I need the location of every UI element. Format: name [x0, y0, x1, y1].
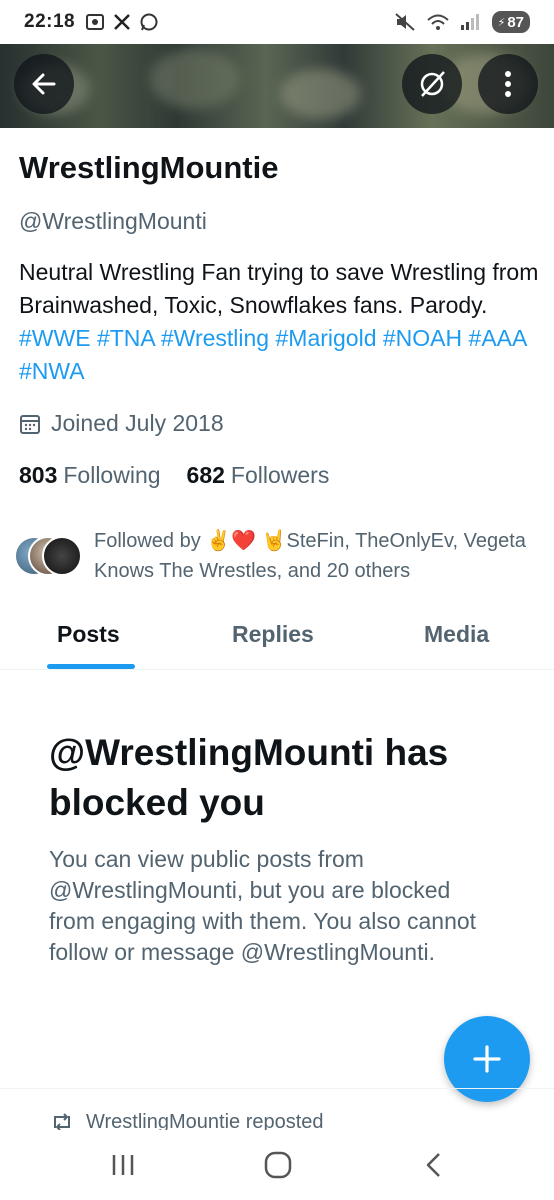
hashtag-link[interactable]: #TNA [97, 325, 155, 351]
battery-icon: ⚡ [497, 16, 506, 29]
joined-date: Joined July 2018 [19, 410, 224, 437]
bio-text: Neutral Wrestling Fan trying to save Wre… [19, 259, 539, 318]
mute-icon [394, 13, 415, 31]
grok-icon [420, 71, 445, 97]
tab-media[interactable]: Media [424, 621, 489, 648]
more-options-button[interactable] [478, 54, 538, 114]
hashtag-link[interactable]: #WWE [19, 325, 91, 351]
grok-button[interactable] [402, 54, 462, 114]
active-tab-indicator [47, 664, 135, 669]
profile-bio: Neutral Wrestling Fan trying to save Wre… [19, 256, 539, 388]
following-label: Following [63, 462, 161, 488]
battery-level: 87 [507, 13, 524, 31]
profile-handle: @WrestlingMounti [19, 208, 207, 234]
recent-apps-icon [112, 1155, 134, 1175]
wifi-icon [426, 14, 449, 30]
hashtag-link[interactable]: #NOAH [383, 325, 462, 351]
hashtag-link[interactable]: #Wrestling [161, 325, 269, 351]
signal-icon [460, 14, 479, 30]
profile-tabs: Posts Replies Media [0, 605, 554, 670]
x-app-icon [114, 14, 130, 30]
tab-replies[interactable]: Replies [232, 621, 314, 648]
joined-text: Joined July 2018 [51, 410, 224, 436]
plus-icon [473, 1045, 501, 1073]
back-nav-button[interactable] [413, 1148, 453, 1182]
status-notification-icons [85, 12, 159, 32]
battery-indicator: ⚡ 87 [491, 11, 530, 33]
profile-display-name: WrestlingMountie [19, 150, 279, 185]
banner-texture [150, 49, 240, 109]
following-link[interactable]: 803 Following [19, 462, 161, 489]
follow-counts: 803 Following 682 Followers [19, 462, 329, 489]
arrow-left-icon [32, 73, 56, 95]
more-vertical-icon [505, 71, 511, 97]
blocked-title: @WrestlingMounti has blocked you [49, 732, 449, 823]
home-button[interactable] [258, 1148, 298, 1182]
divider [0, 1088, 554, 1089]
followers-label: Followers [230, 462, 330, 488]
blocked-message: You can view public posts from @Wrestlin… [49, 846, 477, 965]
follower-avatars [14, 536, 84, 582]
following-count: 803 [19, 462, 58, 488]
followed-by-row[interactable]: Followed by ✌️❤️ 🤘SteFin, TheOnlyEv, Veg… [14, 526, 544, 586]
followers-link[interactable]: 682 Followers [187, 462, 330, 489]
calendar-icon [20, 414, 40, 434]
banner-texture [280, 69, 360, 119]
screenshot-icon [86, 14, 105, 30]
avatar [42, 536, 82, 576]
compose-post-button[interactable] [444, 1016, 530, 1102]
back-button[interactable] [14, 54, 74, 114]
status-time: 22:18 [24, 11, 76, 32]
status-right-icons: ⚡ 87 [394, 11, 530, 33]
recent-apps-button[interactable] [103, 1148, 143, 1182]
system-navigation-bar [0, 1130, 554, 1200]
home-icon [264, 1151, 292, 1179]
hashtag-link[interactable]: #AAA [469, 325, 527, 351]
profile-banner [0, 44, 554, 128]
chevron-left-icon [426, 1153, 440, 1177]
tab-posts[interactable]: Posts [57, 621, 120, 648]
hashtag-link[interactable]: #Marigold [276, 325, 377, 351]
hashtag-link[interactable]: #NWA [19, 358, 85, 384]
whatsapp-icon [140, 13, 158, 31]
repost-icon [54, 1113, 70, 1131]
followed-by-text: Followed by ✌️❤️ 🤘SteFin, TheOnlyEv, Veg… [94, 530, 526, 582]
status-bar: 22:18 ⚡ 87 [0, 0, 554, 44]
followers-count: 682 [186, 462, 225, 488]
